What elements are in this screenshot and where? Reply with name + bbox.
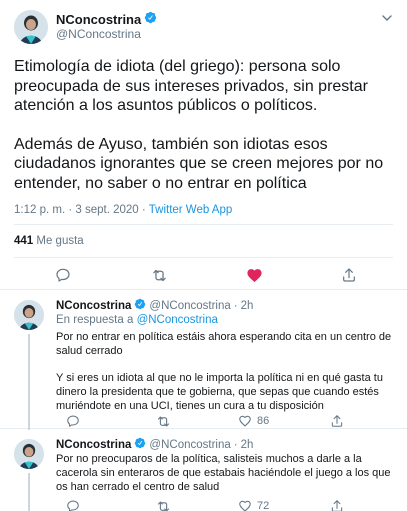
divider: [14, 257, 393, 258]
divider: [14, 224, 393, 225]
display-name-row: NConcostrina: [56, 11, 157, 27]
reply-header: NConcostrina @NConcostrina · 2h: [56, 437, 253, 452]
likes-stat[interactable]: 441 Me gusta: [14, 235, 84, 247]
tweet-age[interactable]: 2h: [241, 300, 254, 312]
retweet-icon[interactable]: [156, 499, 171, 511]
meta-separator: ·: [141, 204, 146, 216]
heart-outline-icon: [238, 414, 252, 428]
like-button[interactable]: 86: [238, 414, 269, 428]
main-tweet: NConcostrina @NConcostrina Etimología de…: [0, 0, 407, 290]
tweet-text: Etimología de idiota (del griego): perso…: [14, 57, 399, 193]
reply-paragraph: Y si eres un idiota al que no le importa…: [56, 372, 383, 412]
likes-count: 441: [14, 235, 34, 247]
reply-icon[interactable]: [54, 266, 72, 284]
dot-separator: ·: [233, 299, 238, 312]
retweet-icon[interactable]: [150, 266, 168, 284]
reply-icon[interactable]: [66, 414, 80, 428]
thread-line: [28, 473, 30, 511]
share-icon[interactable]: [330, 499, 344, 511]
handle[interactable]: @NConcostrina: [56, 27, 141, 41]
retweet-icon[interactable]: [156, 414, 171, 429]
reply-header: NConcostrina @NConcostrina · 2h: [56, 298, 253, 313]
like-count: 86: [257, 415, 270, 427]
avatar[interactable]: [14, 300, 44, 330]
handle[interactable]: @NConcostrina: [149, 300, 230, 312]
share-icon[interactable]: [340, 266, 358, 284]
thread-line: [28, 334, 30, 430]
verified-badge-icon: [144, 11, 157, 27]
reply-text: Por no entrar en política estáis ahora e…: [56, 330, 392, 413]
tweet-source-link[interactable]: Twitter Web App: [149, 204, 233, 216]
tweet-actions: [0, 262, 407, 288]
heart-filled-icon[interactable]: [245, 266, 263, 284]
handle[interactable]: @NConcostrina: [149, 439, 230, 451]
avatar-photo: [14, 10, 48, 44]
display-name[interactable]: NConcostrina: [56, 439, 131, 451]
avatar-photo: [14, 439, 44, 469]
like-button[interactable]: 72: [238, 499, 269, 511]
verified-badge-icon: [134, 437, 146, 452]
reply-tweet[interactable]: NConcostrina @NConcostrina · 2h Por no p…: [0, 429, 407, 511]
tweet-paragraph: Etimología de idiota (del griego): perso…: [14, 58, 368, 114]
chevron-down-icon[interactable]: [381, 12, 393, 24]
display-name[interactable]: NConcostrina: [56, 12, 141, 27]
like-count: 72: [257, 500, 270, 511]
meta-separator: ·: [68, 204, 73, 216]
reply-icon[interactable]: [66, 499, 80, 511]
tweet-age[interactable]: 2h: [241, 439, 254, 451]
tweet-date[interactable]: 3 sept. 2020: [75, 204, 138, 216]
tweet-time[interactable]: 1:12 p. m.: [14, 204, 65, 216]
dot-separator: ·: [233, 438, 238, 451]
in-reply-handle-link[interactable]: @NConcostrina: [137, 314, 218, 326]
verified-badge-icon: [134, 298, 146, 313]
display-name[interactable]: NConcostrina: [56, 300, 131, 312]
reply-tweet[interactable]: NConcostrina @NConcostrina · 2h En respu…: [0, 290, 407, 430]
tweet-metadata: 1:12 p. m. · 3 sept. 2020 · Twitter Web …: [14, 204, 232, 216]
reply-actions: 72: [56, 499, 396, 511]
reply-text: Por no preocuparos de la política, salis…: [56, 452, 392, 494]
reply-paragraph: Por no preocuparos de la política, salis…: [56, 453, 391, 493]
reply-actions: 86: [56, 414, 396, 430]
reply-paragraph: Por no entrar en política estáis ahora e…: [56, 331, 392, 357]
heart-outline-icon: [238, 499, 252, 511]
tweet-paragraph: Además de Ayuso, también son idiotas eso…: [14, 135, 384, 192]
share-icon[interactable]: [330, 414, 344, 428]
in-reply-prefix: En respuesta a: [56, 314, 134, 326]
avatar[interactable]: [14, 439, 44, 469]
in-reply-to: En respuesta a @NConcostrina: [56, 314, 218, 326]
avatar-photo: [14, 300, 44, 330]
likes-label: Me gusta: [36, 235, 84, 247]
avatar[interactable]: [14, 10, 48, 44]
